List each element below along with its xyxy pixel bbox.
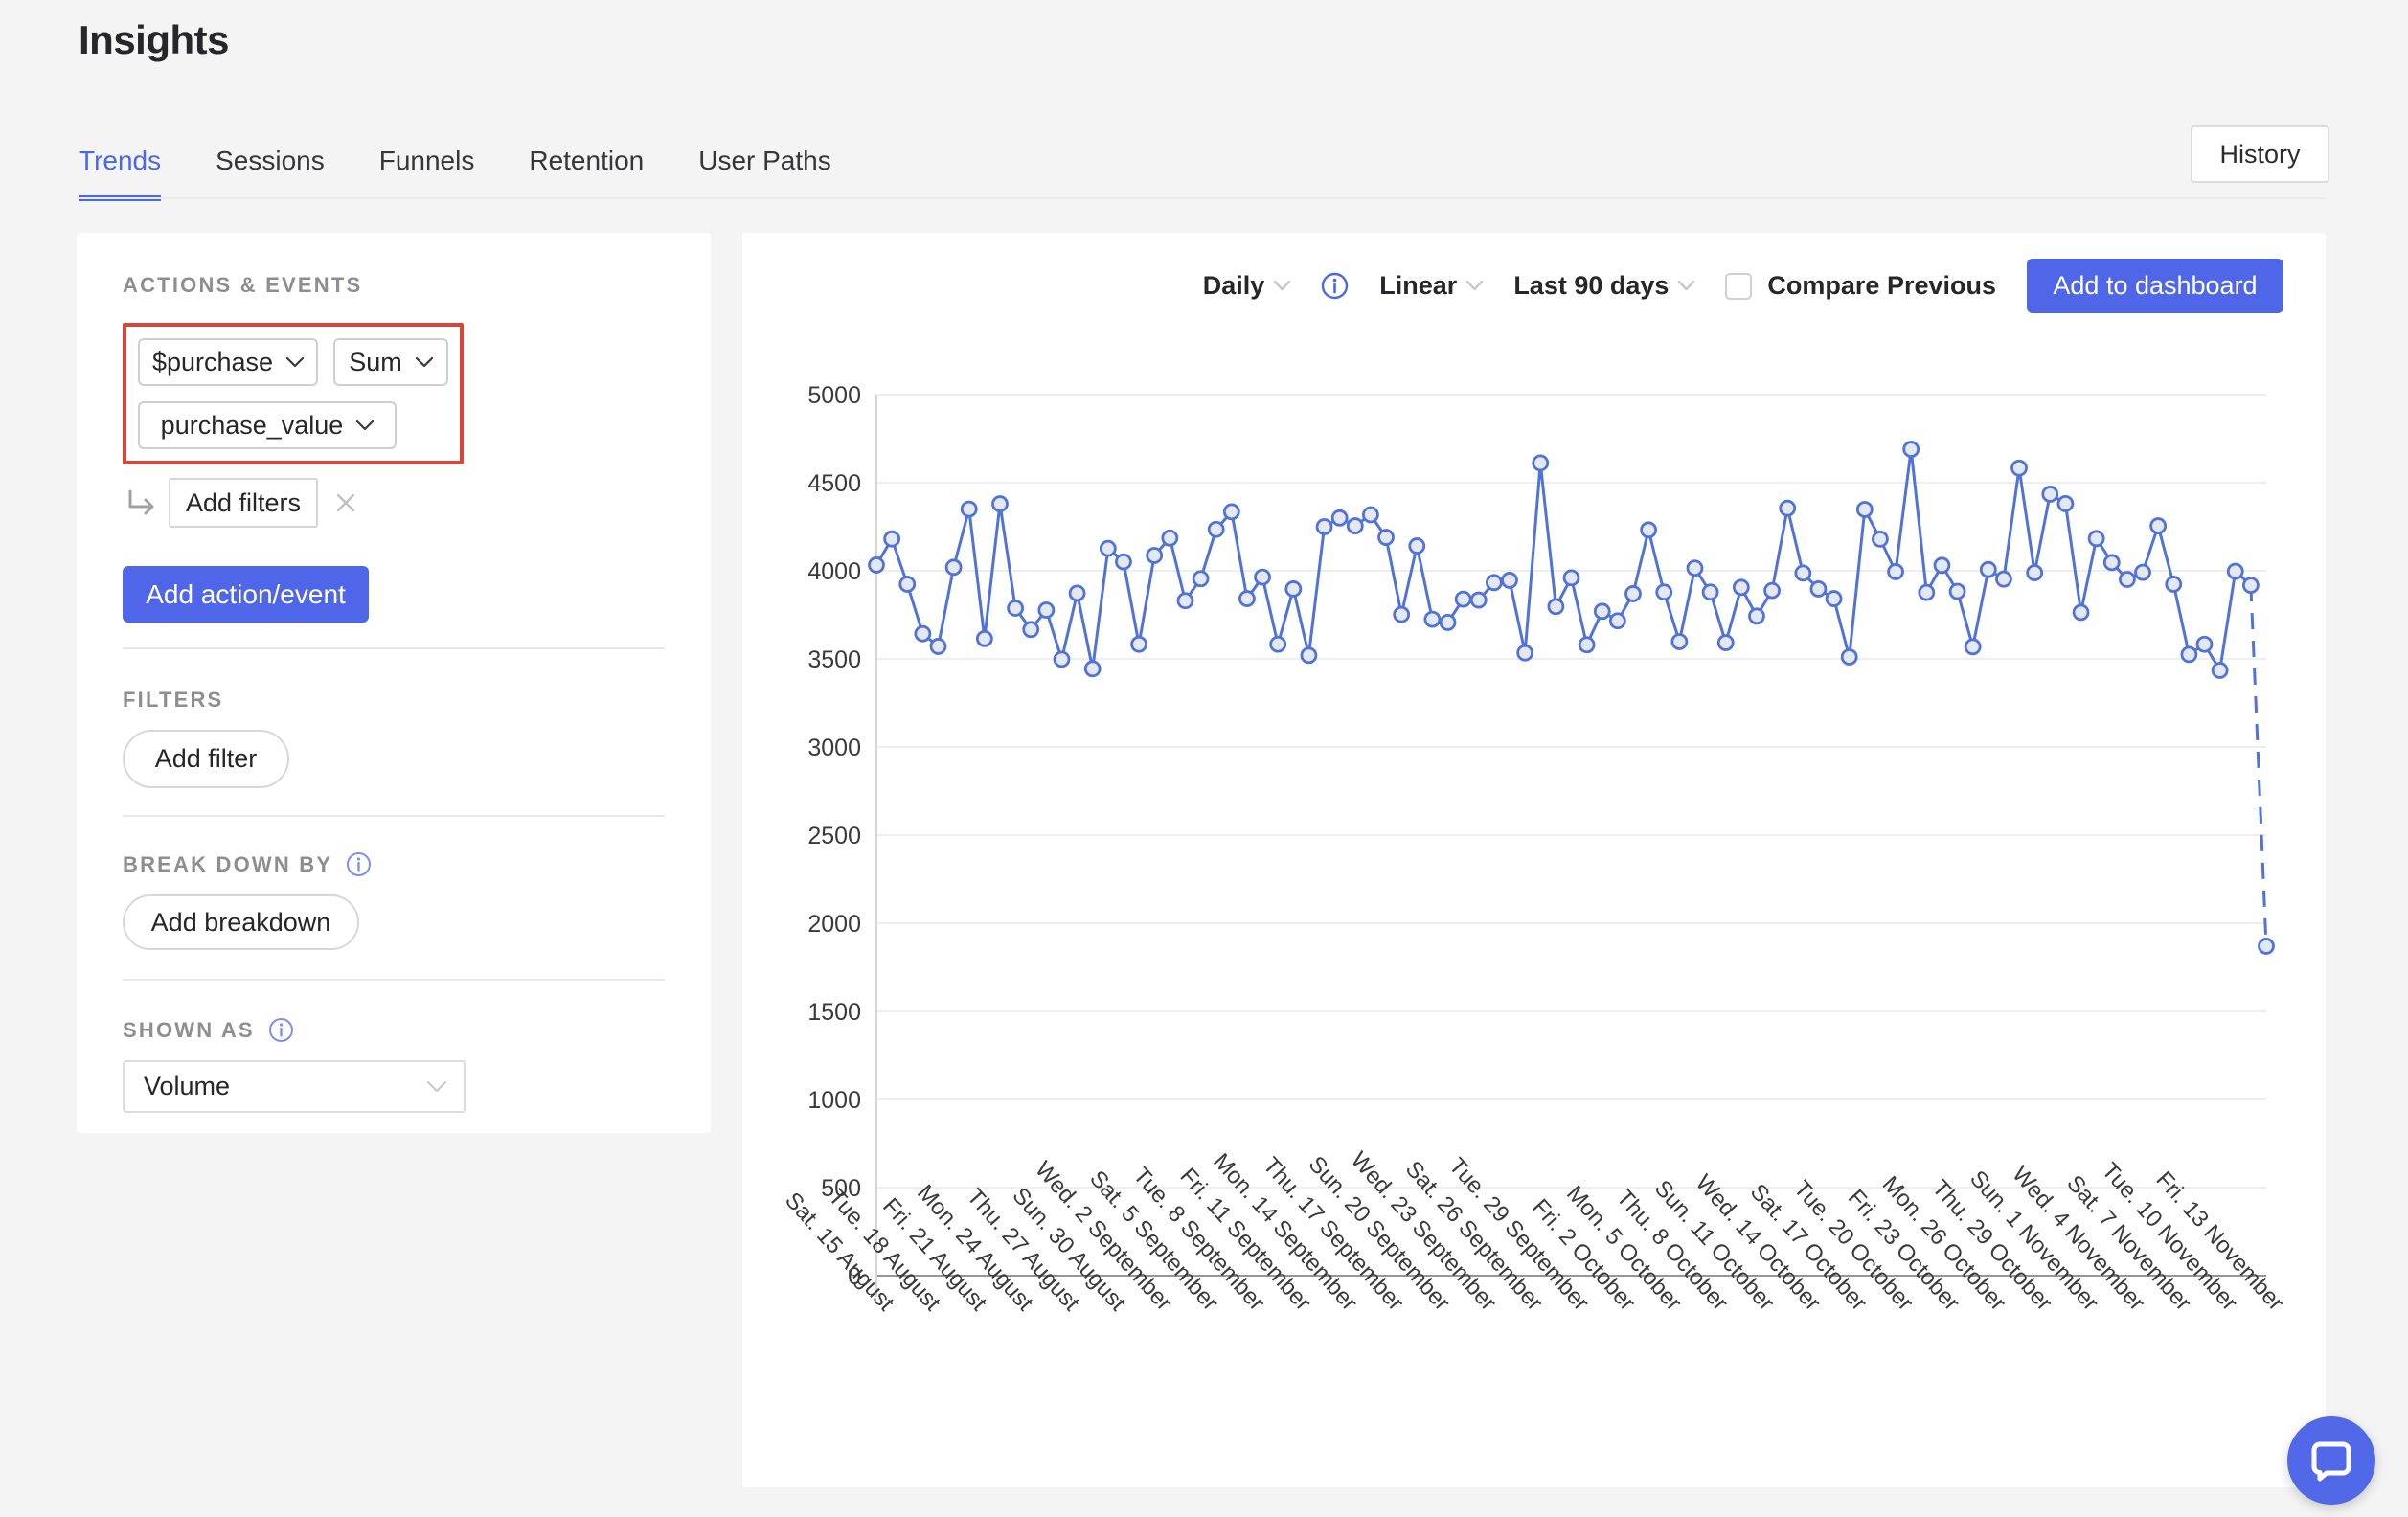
trends-chart-card: Daily Linear Last 90 days Compare Previo… xyxy=(742,233,2326,1487)
actions-events-heading: ACTIONS & EVENTS xyxy=(123,273,665,298)
nested-arrow-icon xyxy=(126,489,157,516)
filters-heading: FILTERS xyxy=(123,688,665,713)
tabs-divider xyxy=(77,197,2326,199)
history-button[interactable]: History xyxy=(2191,125,2329,183)
section-divider xyxy=(123,979,665,981)
tab-trends[interactable]: Trends xyxy=(79,146,161,201)
tab-user-paths[interactable]: User Paths xyxy=(698,146,831,201)
property-select-value: purchase_value xyxy=(161,411,344,441)
section-divider xyxy=(123,815,665,817)
info-icon[interactable] xyxy=(346,851,372,877)
chat-widget-button[interactable] xyxy=(2287,1416,2375,1505)
info-icon[interactable] xyxy=(268,1017,294,1043)
section-divider xyxy=(123,647,665,649)
svg-text:2000: 2000 xyxy=(807,911,861,938)
event-select-value: $purchase xyxy=(152,348,273,377)
chat-bubble-icon xyxy=(2308,1438,2354,1483)
property-select[interactable]: purchase_value xyxy=(138,401,397,449)
aggregation-select[interactable]: Sum xyxy=(333,338,448,386)
add-filters-button[interactable]: Add filters xyxy=(169,478,318,528)
shown-as-heading: SHOWN AS xyxy=(123,1018,255,1043)
svg-text:4500: 4500 xyxy=(807,470,861,497)
shown-as-select[interactable]: Volume xyxy=(123,1060,466,1113)
insights-tab-bar: Trends Sessions Funnels Retention User P… xyxy=(79,146,831,201)
svg-text:1000: 1000 xyxy=(807,1087,861,1114)
shown-as-select-value: Volume xyxy=(144,1072,230,1101)
tab-funnels[interactable]: Funnels xyxy=(379,146,475,201)
event-select[interactable]: $purchase xyxy=(138,338,318,386)
svg-text:2500: 2500 xyxy=(807,823,861,849)
chevron-down-icon xyxy=(356,420,374,431)
chevron-down-icon xyxy=(286,357,304,368)
chevron-down-icon xyxy=(416,357,433,368)
svg-text:1500: 1500 xyxy=(807,999,861,1026)
chevron-down-icon xyxy=(427,1081,446,1093)
add-filter-button[interactable]: Add filter xyxy=(123,730,289,788)
breakdown-heading: BREAK DOWN BY xyxy=(123,852,332,877)
tab-sessions[interactable]: Sessions xyxy=(216,146,325,201)
svg-text:3500: 3500 xyxy=(807,646,861,673)
svg-text:5000: 5000 xyxy=(807,382,861,409)
svg-text:4000: 4000 xyxy=(807,558,861,585)
add-breakdown-button[interactable]: Add breakdown xyxy=(123,894,359,950)
tab-retention[interactable]: Retention xyxy=(529,146,644,201)
annotation-highlight-box: $purchase Sum purchase_value xyxy=(123,323,464,464)
query-builder-panel: ACTIONS & EVENTS $purchase Sum purchase_… xyxy=(77,233,711,1133)
event-filters-row: Add filters xyxy=(126,478,665,528)
page-title: Insights xyxy=(79,17,229,63)
add-action-event-button[interactable]: Add action/event xyxy=(123,566,369,623)
close-icon[interactable] xyxy=(335,492,356,513)
svg-text:3000: 3000 xyxy=(807,735,861,761)
trends-line-chart: 0500100015002000250030003500400045005000… xyxy=(742,233,2326,1487)
aggregation-select-value: Sum xyxy=(349,348,402,377)
